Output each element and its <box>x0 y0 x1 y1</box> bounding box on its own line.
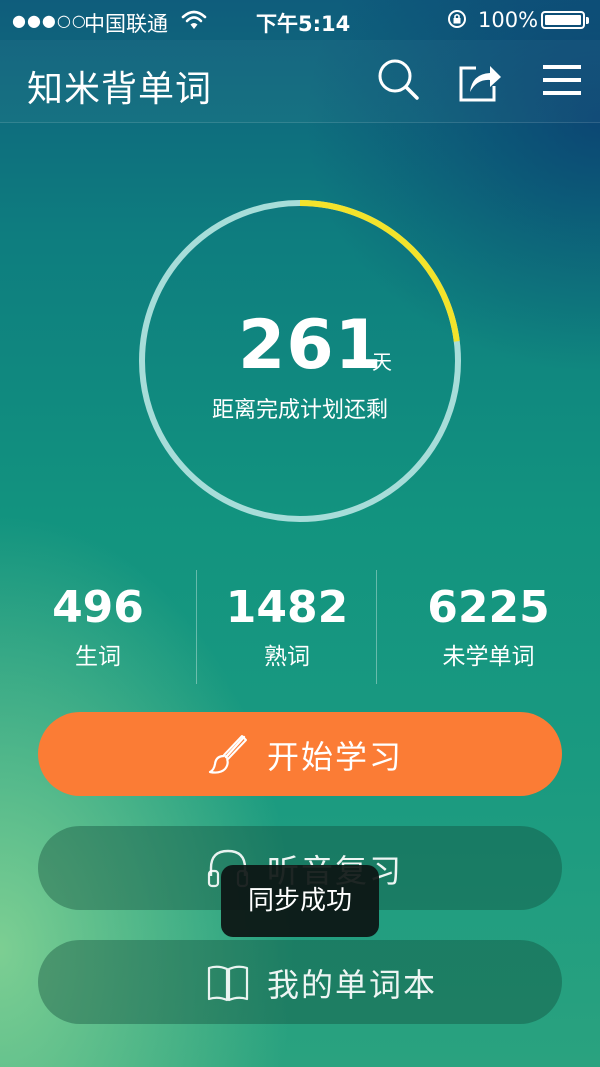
book-icon <box>207 965 249 1002</box>
stat-value: 6225 <box>427 582 550 633</box>
app-title: 知米背单词 <box>27 69 213 110</box>
stat-label: 熟词 <box>264 644 310 670</box>
clock: 下午5:14 <box>256 12 351 36</box>
battery-percent: 100% <box>478 8 539 32</box>
my-wordbook-label: 我的单词本 <box>267 966 438 1004</box>
my-wordbook-button[interactable]: 我的单词本 <box>38 940 562 1024</box>
share-icon <box>459 66 501 102</box>
stat-value: 1482 <box>225 582 349 633</box>
days-unit: 天 <box>372 350 392 374</box>
signal-strength-icon: ●●●○○ <box>12 11 87 30</box>
menu-button[interactable] <box>538 56 586 104</box>
stat-unlearned-words[interactable]: 6225 未学单词 <box>377 570 600 684</box>
menu-icon <box>543 65 581 95</box>
wifi-icon <box>181 9 207 36</box>
stat-value: 496 <box>52 582 144 633</box>
search-button[interactable] <box>374 56 422 104</box>
share-button[interactable] <box>456 56 504 104</box>
stat-new-words[interactable]: 496 生词 <box>0 570 196 684</box>
days-remaining-caption: 距离完成计划还剩 <box>211 398 388 423</box>
start-learning-label: 开始学习 <box>267 738 404 776</box>
carrier-name: 中国联通 <box>84 12 168 36</box>
days-remaining-value: 261 <box>238 306 383 385</box>
start-learning-button[interactable]: 开始学习 <box>38 712 562 796</box>
rotation-lock-icon <box>446 8 468 35</box>
status-bar: ●●●○○ 中国联通 下午5:14 100% <box>0 0 600 40</box>
brush-icon <box>208 735 247 774</box>
app-header: 知米背单词 <box>0 40 600 123</box>
sync-success-toast: 同步成功 <box>221 865 379 937</box>
word-stats: 496 生词 1482 熟词 6225 未学单词 <box>0 570 600 684</box>
stat-label: 生词 <box>75 644 121 670</box>
search-icon <box>378 59 419 100</box>
stat-known-words[interactable]: 1482 熟词 <box>197 570 377 684</box>
stat-label: 未学单词 <box>442 644 535 670</box>
battery-icon <box>541 11 589 29</box>
